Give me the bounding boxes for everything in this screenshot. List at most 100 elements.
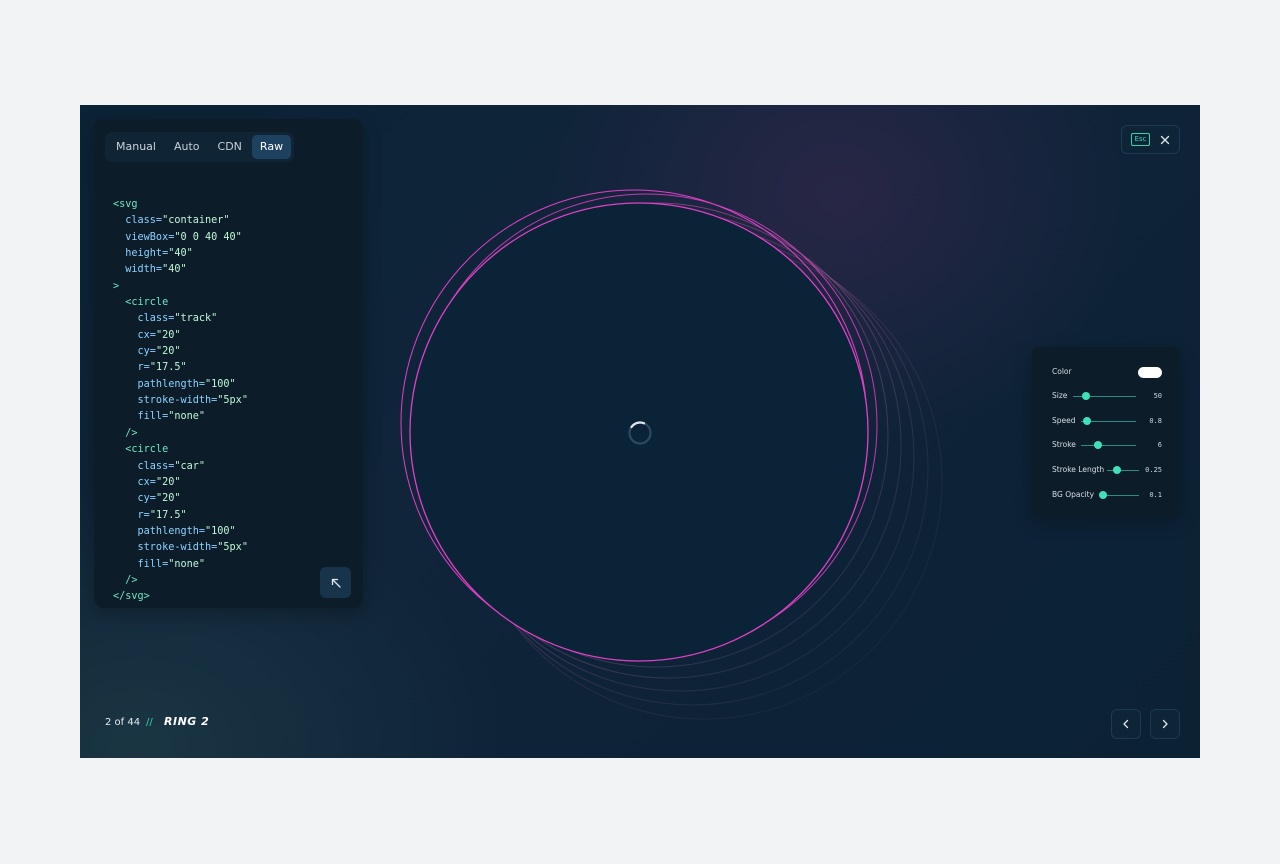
code-line: fill="none" [113, 409, 248, 425]
code-token: "20" [155, 346, 181, 358]
code-token: width= [113, 264, 163, 276]
code-token: "20" [155, 476, 181, 488]
code-line: cy="20" [113, 491, 248, 507]
code-token: > [113, 280, 120, 292]
stroke-length-slider-knob[interactable] [1112, 466, 1121, 474]
stroke-length-control: Stroke Length 0.25 [1052, 463, 1162, 477]
code-line: width="40" [113, 262, 248, 278]
color-control: Color [1052, 365, 1162, 379]
code-token: stroke-width= [113, 542, 218, 554]
code-token: "40" [162, 264, 187, 276]
code-token: "none" [168, 558, 206, 570]
code-token: "17.5" [149, 509, 187, 521]
code-token: height= [113, 248, 169, 260]
tab-auto[interactable]: Auto [166, 135, 208, 159]
code-token: class= [113, 313, 175, 325]
code-token: "track" [174, 313, 218, 325]
code-token: pathlength= [113, 525, 206, 537]
stroke-slider-track[interactable] [1081, 444, 1136, 446]
color-swatch[interactable] [1138, 367, 1162, 378]
tab-cdn[interactable]: CDN [210, 135, 250, 159]
code-line: <circle [113, 442, 248, 458]
code-token: "0 0 40 40" [174, 231, 242, 243]
code-line: </svg> [113, 589, 248, 605]
code-line: stroke-width="5px" [113, 393, 248, 409]
preview-stage: Manual Auto CDN Raw <svg class="containe… [80, 105, 1200, 758]
code-token: /> [113, 427, 138, 439]
code-token: "car" [174, 460, 206, 472]
code-line: class="car" [113, 459, 248, 475]
code-line: r="17.5" [113, 508, 248, 524]
expand-button[interactable] [320, 567, 351, 598]
previous-button[interactable] [1111, 709, 1141, 739]
esc-key-badge: Esc [1130, 133, 1151, 146]
tab-manual[interactable]: Manual [108, 135, 164, 159]
footer-separator: // [146, 717, 153, 728]
code-token: class= [113, 215, 163, 227]
code-token: <circle [113, 444, 169, 456]
bg-opacity-value: 0.1 [1149, 491, 1162, 499]
code-line: class="container" [113, 213, 248, 229]
code-token: </svg> [113, 591, 150, 603]
code-token: pathlength= [113, 378, 206, 390]
code-line: viewBox="0 0 40 40" [113, 230, 248, 246]
code-line: /> [113, 573, 248, 589]
code-line: cy="20" [113, 344, 248, 360]
stroke-length-value: 0.25 [1145, 466, 1162, 474]
size-label: Size [1052, 391, 1068, 400]
format-tabs: Manual Auto CDN Raw [105, 132, 295, 162]
code-token: cx= [113, 329, 156, 341]
bg-opacity-slider-knob[interactable] [1099, 491, 1107, 499]
code-block[interactable]: <svg class="container" viewBox="0 0 40 4… [113, 197, 248, 606]
code-token: /> [113, 574, 138, 586]
code-line: /> [113, 426, 248, 442]
speed-slider-knob[interactable] [1082, 417, 1091, 425]
chevron-left-icon [1123, 719, 1129, 729]
code-line: class="track" [113, 311, 248, 327]
code-line: cx="20" [113, 475, 248, 491]
code-token: <svg [113, 199, 138, 210]
code-token: "20" [155, 329, 181, 341]
code-panel: Manual Auto CDN Raw <svg class="containe… [94, 119, 363, 608]
bg-opacity-control: BG Opacity 0.1 [1052, 488, 1162, 502]
size-control: Size 50 [1052, 389, 1162, 403]
next-button[interactable] [1150, 709, 1180, 739]
speed-value: 0.8 [1149, 417, 1162, 425]
code-token: viewBox= [113, 231, 175, 243]
code-token: "5px" [217, 395, 248, 407]
speed-control: Speed 0.8 [1052, 414, 1162, 428]
code-line: height="40" [113, 246, 248, 262]
stroke-slider-knob[interactable] [1093, 441, 1102, 449]
bg-opacity-label: BG Opacity [1052, 490, 1095, 499]
size-value: 50 [1153, 392, 1162, 400]
code-token: "container" [162, 215, 230, 227]
loader-title: RING 2 [164, 715, 210, 728]
code-token: cx= [113, 476, 156, 488]
speed-label: Speed [1052, 416, 1076, 425]
tab-raw[interactable]: Raw [251, 135, 292, 159]
stroke-length-label: Stroke Length [1052, 465, 1105, 474]
stroke-control: Stroke 6 [1052, 438, 1162, 452]
code-token: stroke-width= [113, 395, 218, 407]
size-slider-knob[interactable] [1081, 392, 1090, 400]
settings-panel: Color Size 50 Speed 0.8 Stroke 6 Stroke … [1032, 347, 1180, 516]
code-token: fill= [113, 558, 169, 570]
code-token: r= [113, 509, 150, 521]
code-token: r= [113, 362, 150, 374]
code-token: fill= [113, 411, 169, 423]
chevron-right-icon [1162, 719, 1168, 729]
code-token: "5px" [217, 542, 248, 554]
code-token: cy= [113, 346, 156, 358]
code-line: stroke-width="5px" [113, 540, 248, 556]
code-line: > [113, 279, 248, 295]
loading-spinner-icon [628, 421, 652, 445]
code-line: <svg [113, 197, 248, 213]
close-button[interactable]: Esc [1121, 125, 1180, 154]
color-label: Color [1052, 367, 1072, 376]
code-line: pathlength="100" [113, 524, 248, 540]
code-token: class= [113, 460, 175, 472]
stroke-length-slider-track[interactable] [1107, 469, 1139, 471]
code-token: "20" [155, 493, 181, 505]
close-icon [1161, 135, 1170, 144]
code-line: pathlength="100" [113, 377, 248, 393]
